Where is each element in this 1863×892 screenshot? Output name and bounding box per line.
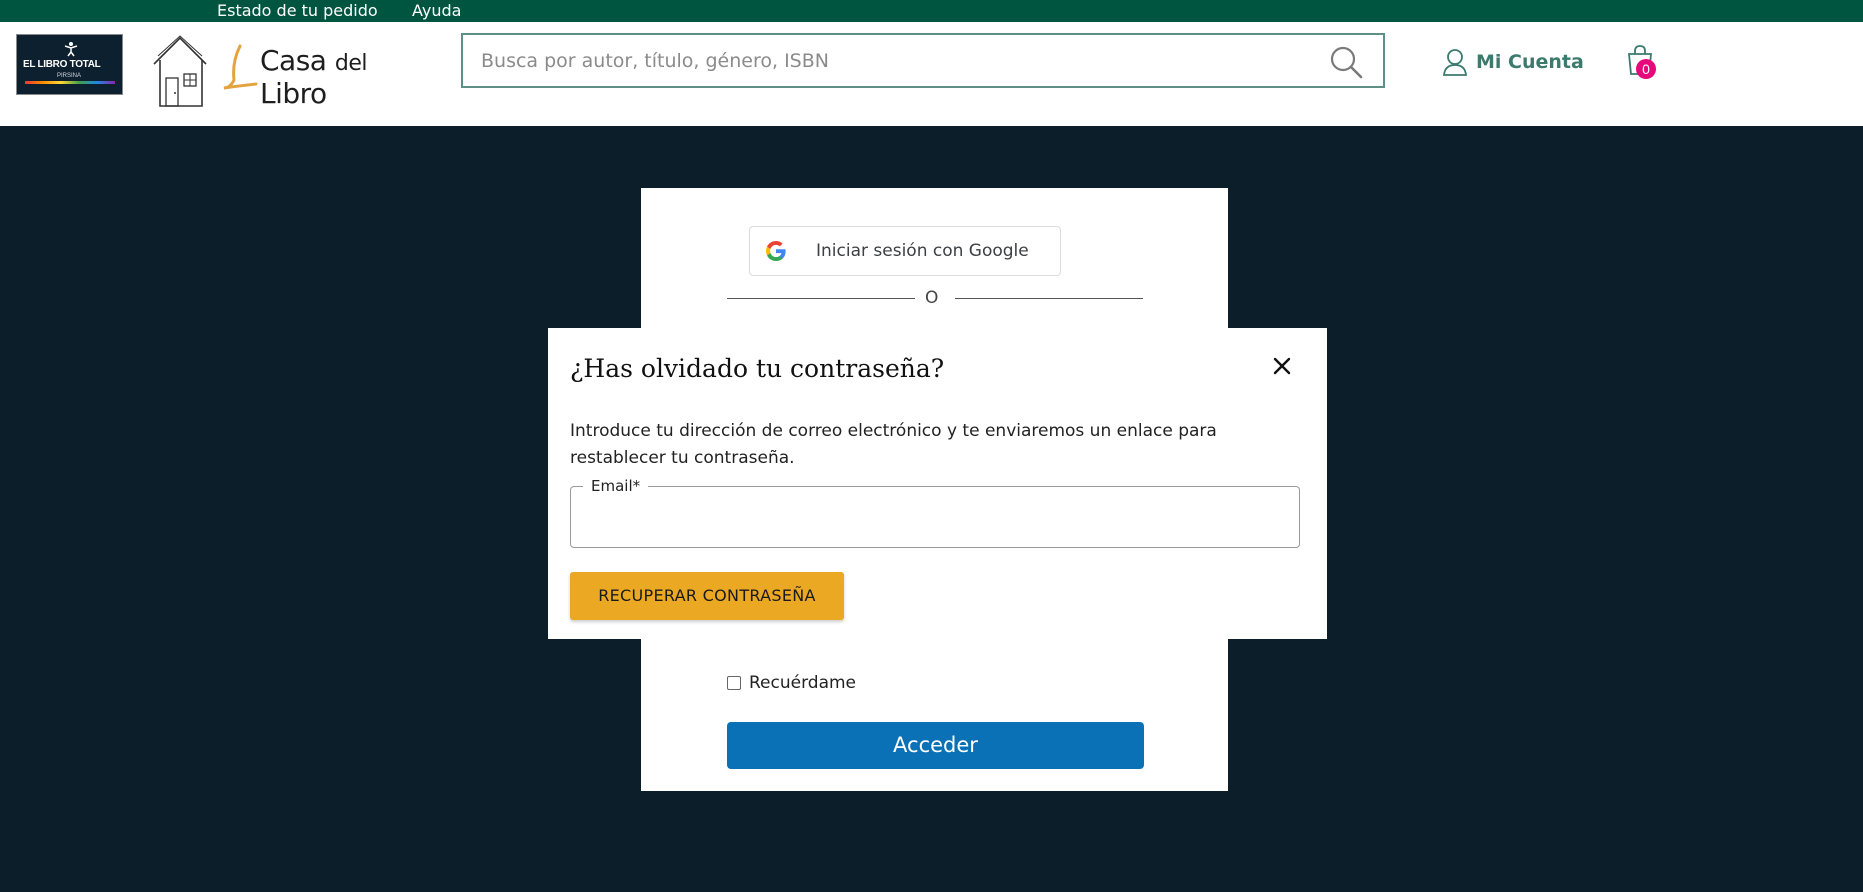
- casa-del-libro-logo[interactable]: Casa del Libro: [150, 34, 420, 110]
- help-link[interactable]: Ayuda: [412, 1, 461, 20]
- el-libro-total-logo-subtext: PIRSINA: [57, 73, 82, 79]
- or-divider-text: O: [925, 288, 939, 308]
- casa-del-libro-l-mark: [223, 44, 258, 90]
- modal-title: ¿Has olvidado tu contraseña?: [570, 354, 945, 383]
- google-icon: [766, 241, 786, 261]
- my-account-link[interactable]: Mi Cuenta: [1442, 48, 1584, 76]
- close-icon[interactable]: [1268, 352, 1296, 380]
- google-sign-in-button[interactable]: Iniciar sesión con Google: [749, 226, 1061, 276]
- email-field[interactable]: Email*: [570, 477, 1300, 548]
- cart-button[interactable]: 0: [1626, 45, 1666, 85]
- email-field-label: Email*: [583, 477, 649, 495]
- el-libro-total-logo-text: EL LIBRO TOTAL: [23, 59, 101, 70]
- remember-me-label: Recuérdame: [749, 673, 857, 693]
- logo-color-stripe: [25, 81, 115, 84]
- or-divider: O: [727, 288, 1143, 308]
- modal-description: Introduce tu dirección de correo electró…: [570, 421, 1217, 468]
- search-input[interactable]: [481, 47, 1301, 75]
- recover-password-button[interactable]: RECUPERAR CONTRASEÑA: [570, 572, 844, 620]
- cart-count-badge: 0: [1636, 59, 1656, 79]
- figure-icon: [64, 42, 78, 57]
- order-status-link[interactable]: Estado de tu pedido: [217, 1, 378, 20]
- divider-line-left: [727, 298, 915, 299]
- login-submit-button[interactable]: Acceder: [727, 722, 1144, 769]
- user-icon: [1443, 49, 1467, 76]
- forgot-password-modal: ¿Has olvidado tu contraseña? Introduce t…: [548, 328, 1327, 639]
- remember-me-checkbox[interactable]: Recuérdame: [727, 673, 856, 693]
- casa-del-libro-wordmark: Casa del Libro: [260, 44, 368, 110]
- site-header: EL LIBRO TOTAL PIRSINA Casa del Libro Bu…: [0, 22, 1863, 126]
- divider-line-right: [955, 298, 1143, 299]
- google-sign-in-label: Iniciar sesión con Google: [816, 241, 1029, 261]
- my-account-label: Mi Cuenta: [1476, 51, 1584, 73]
- el-libro-total-logo[interactable]: EL LIBRO TOTAL PIRSINA: [16, 34, 123, 95]
- checkbox-box[interactable]: [727, 676, 741, 690]
- search-bar: [461, 33, 1385, 88]
- top-utility-bar: Estado de tu pedido Ayuda: [0, 0, 1863, 22]
- email-input[interactable]: [585, 505, 1285, 535]
- house-icon: [153, 35, 207, 107]
- search-icon[interactable]: [1329, 45, 1363, 79]
